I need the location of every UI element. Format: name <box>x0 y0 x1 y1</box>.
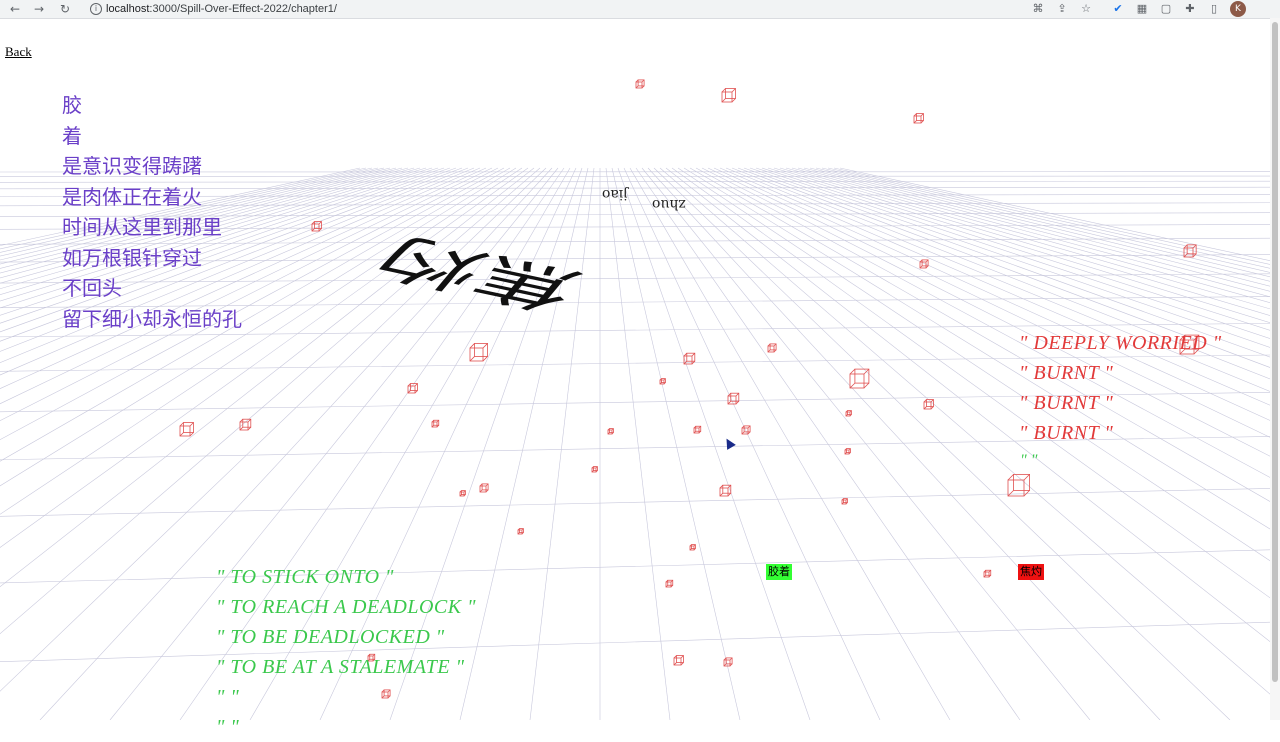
wireframe-cube <box>592 467 597 472</box>
wireframe-cube <box>845 449 850 454</box>
grid-line <box>530 168 594 720</box>
wireframe-cube <box>240 419 251 430</box>
wireframe-cube <box>722 89 736 103</box>
poem-line: 不回头 <box>62 273 242 304</box>
green-term-list: " TO STICK ONTO " " TO REACH A DEADLOCK … <box>216 562 476 742</box>
wireframe-cube <box>432 420 439 427</box>
address-bar[interactable]: localhost:3000/Spill-Over-Effect-2022/ch… <box>106 0 337 18</box>
red-term: " BURNT " <box>1019 418 1222 448</box>
green-small-term: " " <box>1020 452 1037 470</box>
wireframe-cube <box>180 423 194 437</box>
browser-toolbar: ← → ↻ i localhost:3000/Spill-Over-Effect… <box>0 0 1280 19</box>
scene: 焦灼 jiao zhuo Back 胶 着 是意识变得踌躇 是肉体正在着火 时间… <box>0 18 1270 720</box>
poem-line: 时间从这里到那里 <box>62 212 242 243</box>
reload-icon[interactable]: ↻ <box>56 0 74 18</box>
puzzle-icon[interactable]: ✚ <box>1182 0 1198 18</box>
extension-v-icon[interactable]: ✔ <box>1110 0 1126 18</box>
translate-icon[interactable]: ⌘ <box>1030 0 1046 18</box>
site-info-icon[interactable]: i <box>90 3 102 15</box>
poem-line: 是肉体正在着火 <box>62 182 242 213</box>
grid-line <box>0 622 1270 661</box>
grid-line <box>636 168 1020 720</box>
wireframe-cube <box>674 656 683 665</box>
wireframe-cube <box>666 580 673 587</box>
green-term: " " <box>216 682 476 712</box>
url-path: :3000/Spill-Over-Effect-2022/chapter1/ <box>149 3 337 15</box>
red-term: " BURNT " <box>1019 358 1222 388</box>
wireframe-cube <box>636 80 644 88</box>
green-term: " TO STICK ONTO " <box>216 562 476 592</box>
wireframe-cube <box>460 491 465 496</box>
grid-line <box>0 488 1270 516</box>
poem-line: 留下细小却永恒的孔 <box>62 304 242 335</box>
star-icon[interactable]: ☆ <box>1078 0 1094 18</box>
wireframe-cube <box>608 429 613 434</box>
poem-line: 如万根银针穿过 <box>62 243 242 274</box>
wireframe-cube <box>470 343 488 361</box>
grid-line <box>0 550 1270 583</box>
wireframe-cube <box>924 400 933 409</box>
wireframe-cube <box>720 485 731 496</box>
forward-arrow-icon[interactable]: → <box>30 0 48 18</box>
extension-grid-icon[interactable]: ▦ <box>1134 0 1150 18</box>
green-term: " TO REACH A DEADLOCK " <box>216 592 476 622</box>
wireframe-cube <box>742 426 750 434</box>
wireframe-cube <box>768 344 776 352</box>
pinyin-label: jiao <box>602 186 628 202</box>
share-icon[interactable]: ⇪ <box>1054 0 1070 18</box>
wireframe-cube <box>724 658 732 666</box>
red-term: " DEEPLY WORRIED " <box>1019 328 1222 358</box>
wireframe-cube <box>846 411 851 416</box>
poem-line: 是意识变得踌躇 <box>62 151 242 182</box>
profile-avatar[interactable]: K <box>1230 1 1246 17</box>
wireframe-cube <box>920 260 928 268</box>
red-term: " BURNT " <box>1019 388 1222 418</box>
poem-block: 胶 着 是意识变得踌躇 是肉体正在着火 时间从这里到那里 如万根银针穿过 不回头… <box>62 90 242 334</box>
wireframe-cube <box>728 393 739 404</box>
wireframe-cube <box>660 379 665 384</box>
grid-line <box>606 168 670 720</box>
url-host: localhost <box>106 3 149 15</box>
grid-line <box>612 168 740 720</box>
red-term-list: " DEEPLY WORRIED " " BURNT " " BURNT " "… <box>1019 328 1222 448</box>
poem-line: 胶 <box>62 90 242 121</box>
wireframe-cube <box>694 426 701 433</box>
badge-green[interactable]: 胶着 <box>766 564 792 580</box>
wireframe-cube <box>518 529 523 534</box>
poem-line: 着 <box>62 121 242 152</box>
sidepanel-icon[interactable]: ▯ <box>1206 0 1222 18</box>
wireframe-cube <box>984 570 991 577</box>
pinyin-label: zhuo <box>652 196 686 212</box>
extension-page-icon[interactable]: ▢ <box>1158 0 1174 18</box>
green-term: " TO BE AT A STALEMATE " <box>216 652 476 682</box>
scrollbar-thumb[interactable] <box>1272 22 1278 682</box>
green-term: " TO BE DEADLOCKED " <box>216 622 476 652</box>
back-link[interactable]: Back <box>5 44 32 60</box>
wireframe-cube <box>914 114 923 123</box>
wireframe-cube <box>690 545 695 550</box>
green-term: " " <box>216 712 476 742</box>
badge-red[interactable]: 焦灼 <box>1018 564 1044 580</box>
back-arrow-icon[interactable]: ← <box>6 0 24 18</box>
wireframe-cube <box>850 369 869 388</box>
wireframe-cube <box>480 484 488 492</box>
wireframe-cube <box>842 499 847 504</box>
